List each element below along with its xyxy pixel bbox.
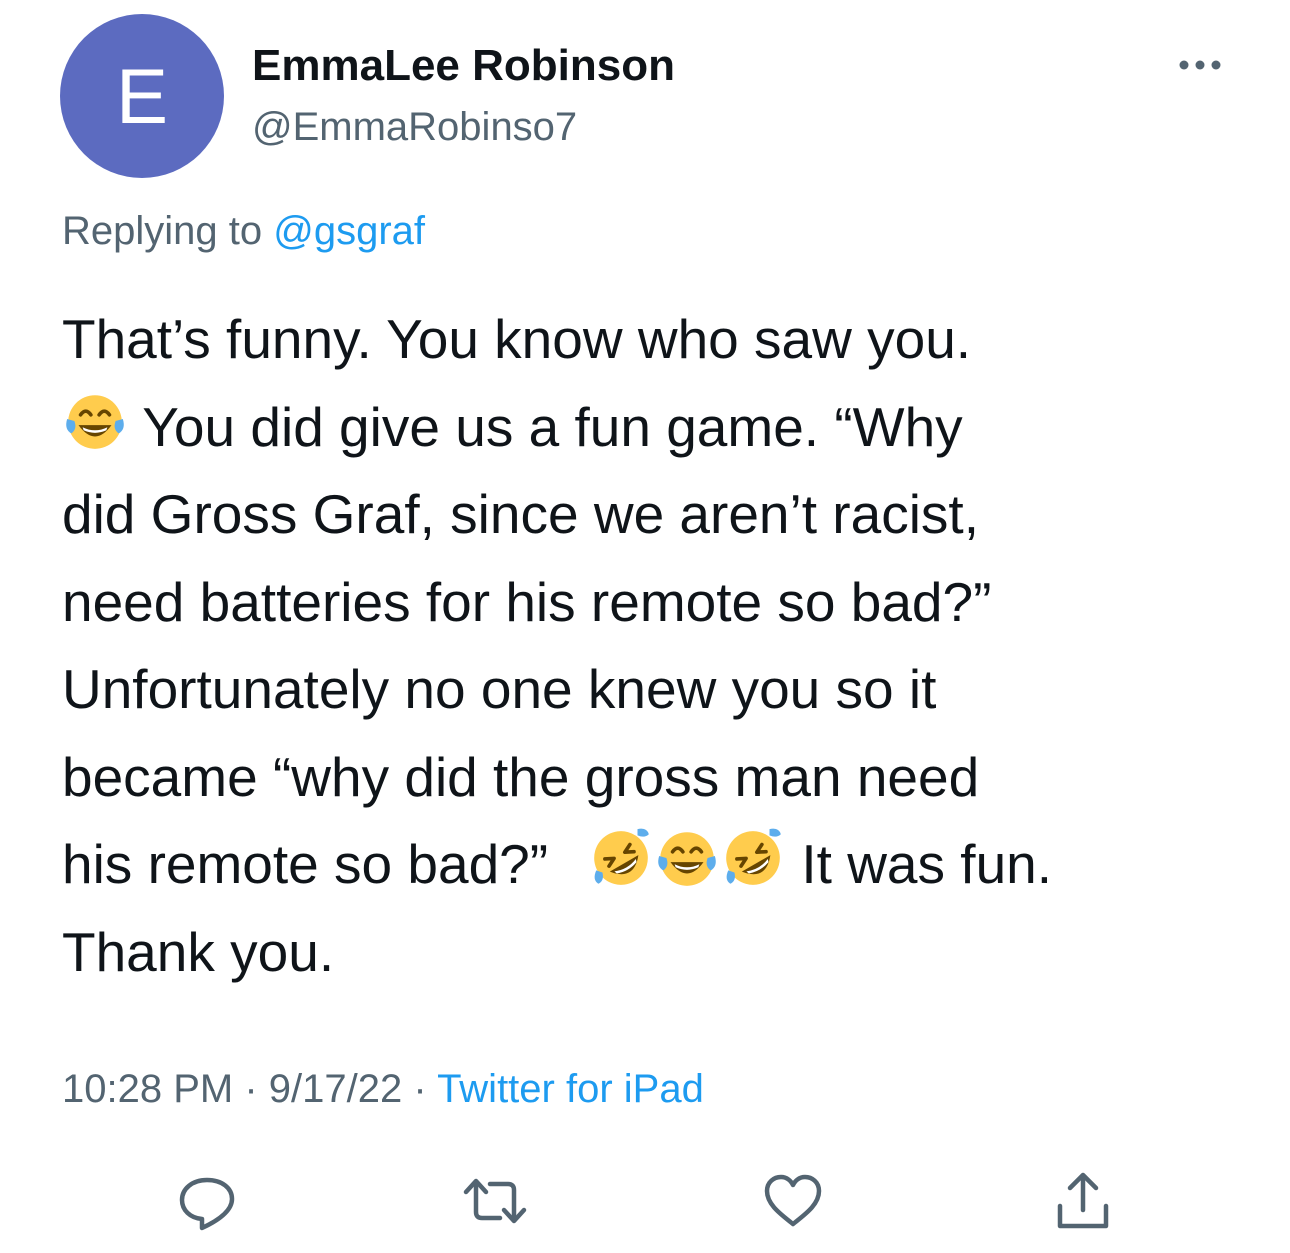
tweet-text-line: That’s funny. You know who saw you.: [62, 296, 1242, 384]
tweet-text-line: his remote so bad?” It was fun.: [62, 821, 1242, 909]
avatar[interactable]: E: [60, 14, 224, 178]
tweet-text-segment: became “why did the gross man need: [62, 745, 980, 808]
tweet-text-segment: Unfortunately no one knew you so it: [62, 658, 937, 720]
face-with-tears-of-joy-icon: [66, 394, 124, 449]
reply-mention-link[interactable]: @gsgraf: [273, 209, 425, 253]
tweet-text-line: Thank you.: [62, 909, 1242, 997]
tweet-text-line: You did give us a fun game. “Why: [62, 384, 1242, 472]
tweet-text-line: Unfortunately no one knew you so it: [62, 646, 1242, 734]
tweet-date[interactable]: 9/17/22: [269, 1067, 402, 1111]
display-name[interactable]: EmmaLee Robinson: [252, 38, 675, 94]
tweet-text-line: did Gross Graf, since we aren’t racist,: [62, 471, 1242, 559]
tweet-meta: 10:28 PM · 9/17/22 · Twitter for iPad: [62, 1062, 704, 1116]
tweet-text-segment: did Gross Graf, since we aren’t racist,: [62, 483, 979, 545]
tweet-text: That’s funny. You know who saw you. You …: [62, 296, 1242, 996]
tweet-text-segment: That’s funny. You know who saw you.: [62, 308, 972, 370]
user-handle[interactable]: @EmmaRobinso7: [252, 100, 577, 154]
tweet-text-segment: need batteries for his remote so bad?”: [62, 570, 992, 633]
avatar-letter: E: [115, 52, 169, 140]
retweet-icon[interactable]: [462, 1168, 528, 1234]
rolling-on-the-floor-laughing-icon: [594, 828, 649, 885]
replying-to: Replying to @gsgraf: [62, 204, 425, 258]
replying-to-label: Replying to: [62, 209, 274, 253]
rolling-on-the-floor-laughing-icon: [726, 828, 781, 885]
tweet-text-segment: his remote so bad?”: [62, 833, 549, 895]
more-horizontal-icon[interactable]: [1176, 55, 1224, 75]
face-with-tears-of-joy-icon: [658, 832, 716, 886]
meta-separator: ·: [233, 1067, 269, 1111]
tweet-text-line: need batteries for his remote so bad?”: [62, 559, 1242, 647]
tweet-text-segment: You did give us a fun game. “Why: [128, 395, 963, 458]
share-icon[interactable]: [1050, 1168, 1116, 1234]
tweet-text-segment: Thank you.: [62, 920, 335, 983]
reply-icon[interactable]: [174, 1168, 240, 1234]
tweet-text-segment: It was fun.: [786, 833, 1053, 895]
heart-icon[interactable]: [760, 1168, 826, 1234]
tweet-time[interactable]: 10:28 PM: [62, 1067, 233, 1111]
tweet-text-line: became “why did the gross man need: [62, 734, 1242, 822]
meta-separator: ·: [402, 1067, 438, 1111]
tweet-source-link[interactable]: Twitter for iPad: [437, 1067, 704, 1111]
